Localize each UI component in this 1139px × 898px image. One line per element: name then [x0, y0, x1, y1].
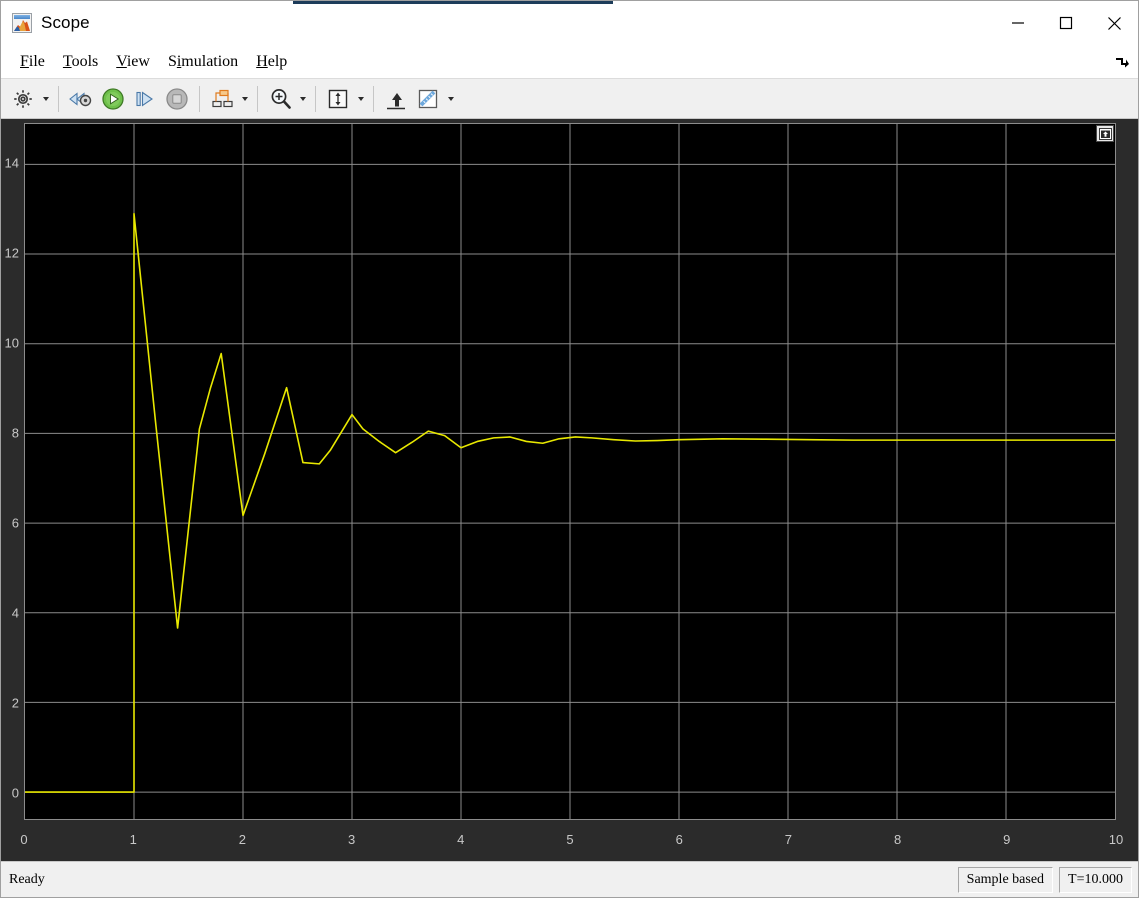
zoom-caret-icon[interactable]	[296, 83, 309, 115]
y-tick-label: 14	[4, 155, 19, 171]
x-tick-label: 1	[129, 832, 137, 847]
menu-item-help-rest: elp	[267, 53, 288, 70]
configuration-properties-button[interactable]	[7, 82, 39, 116]
status-message: Ready	[9, 871, 45, 887]
matlab-membrane-icon	[12, 13, 32, 33]
y-tick-label: 6	[11, 515, 19, 531]
toolbar	[1, 78, 1138, 119]
close-button[interactable]	[1090, 1, 1138, 45]
scope-plot-area: 0 2 4 6 8 10 12 14 0 1 2 3 4 5 6 7 8 9 10	[1, 119, 1138, 861]
minimize-button[interactable]	[994, 1, 1042, 45]
x-tick-label: 3	[347, 832, 356, 847]
configuration-properties-caret-icon[interactable]	[39, 83, 52, 115]
stop-button[interactable]	[161, 82, 193, 116]
y-tick-label: 2	[11, 695, 19, 711]
toolbar-separator	[257, 85, 258, 112]
menu-item-simulation-rest: mulation	[181, 53, 239, 70]
x-tick-label: 0	[20, 832, 28, 847]
window-controls	[994, 1, 1138, 45]
overflow-arrow-icon[interactable]	[1112, 52, 1132, 72]
status-sample-mode: Sample based	[957, 866, 1054, 893]
y-tick-label: 8	[11, 425, 19, 441]
title-bar: Scope	[1, 1, 1138, 46]
cursor-measurements-caret-icon[interactable]	[444, 83, 457, 115]
autoscale-button[interactable]	[322, 82, 354, 116]
maximize-button[interactable]	[1042, 1, 1090, 45]
cursor-measurements-button[interactable]	[412, 82, 444, 116]
x-tick-label: 5	[566, 832, 574, 847]
run-button[interactable]	[97, 82, 129, 116]
x-tick-label: 7	[784, 832, 792, 847]
zoom-button[interactable]	[264, 82, 296, 116]
waveform-plot	[25, 124, 1115, 819]
y-tick-label: 0	[11, 785, 19, 801]
menu-item-tools-rest: ools	[71, 53, 99, 70]
x-tick-label: 6	[675, 832, 683, 847]
toolbar-separator	[199, 85, 200, 112]
menu-item-simulation[interactable]: Simulation	[159, 51, 247, 73]
menu-bar: File Tools View Simulation Help	[1, 46, 1138, 78]
title-accent-line	[293, 1, 613, 4]
status-bar: Ready Sample based T=10.000	[1, 861, 1138, 897]
x-tick-label: 2	[238, 832, 246, 847]
step-forward-button[interactable]	[129, 82, 161, 116]
rewind-button[interactable]	[65, 82, 97, 116]
y-tick-label: 10	[4, 335, 19, 351]
toolbar-separator	[315, 85, 316, 112]
menu-item-view[interactable]: View	[107, 51, 159, 73]
y-tick-label: 12	[4, 245, 19, 261]
x-tick-label: 8	[893, 832, 902, 847]
signal-selection-button[interactable]	[206, 82, 238, 116]
menu-item-help[interactable]: Help	[247, 51, 296, 73]
menu-item-tools[interactable]: Tools	[54, 51, 107, 73]
scope-window: Scope File Tools View Simulation Help 0 …	[0, 0, 1139, 898]
x-tick-label: 4	[457, 832, 465, 847]
menu-item-file-rest: ile	[28, 53, 45, 70]
toolbar-separator	[58, 85, 59, 112]
status-time: T=10.000	[1059, 866, 1132, 893]
menu-item-file[interactable]: File	[11, 51, 54, 73]
signal-selection-caret-icon[interactable]	[238, 83, 251, 115]
menu-item-view-rest: iew	[126, 53, 150, 70]
grid-lines	[25, 124, 1115, 819]
autoscale-caret-icon[interactable]	[354, 83, 367, 115]
x-tick-label: 10	[1108, 832, 1124, 847]
toolbar-separator	[373, 85, 374, 112]
window-title: Scope	[41, 13, 90, 32]
scale-axes-limits-button[interactable]	[380, 82, 412, 116]
x-tick-label: 9	[1003, 832, 1011, 847]
y-tick-label: 4	[11, 605, 19, 621]
expand-axes-icon[interactable]	[1096, 125, 1114, 142]
axes[interactable]	[24, 123, 1116, 820]
